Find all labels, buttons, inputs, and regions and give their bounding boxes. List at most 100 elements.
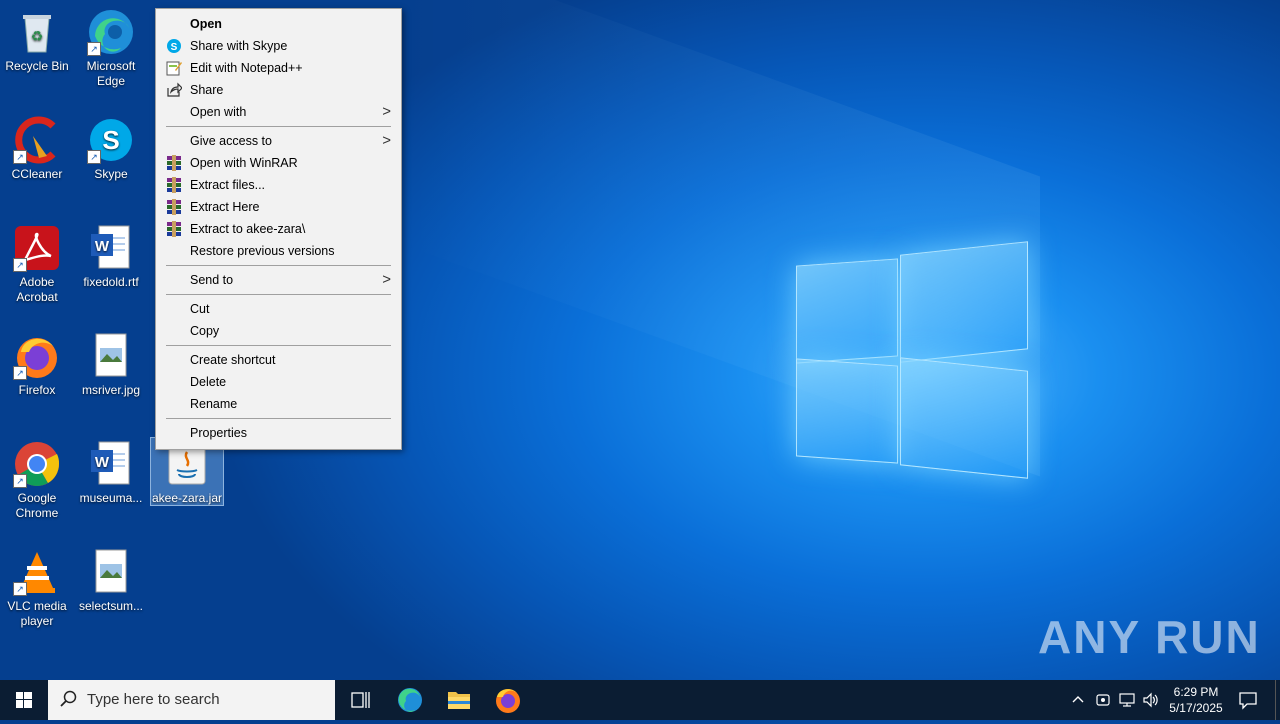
folder-icon [448, 692, 470, 709]
desktop-icon-label: Firefox [18, 383, 56, 397]
menu-separator [166, 265, 391, 266]
desktop-icon-label: Google Chrome [15, 491, 59, 520]
taskbar-search-box[interactable]: Type here to search [48, 680, 335, 720]
menu-item-open-with-winrar[interactable]: Open with WinRAR [156, 152, 401, 174]
word-document-icon: W [87, 440, 135, 488]
firefox-icon: ↗ [13, 332, 61, 380]
desktop-icon-recycle-bin[interactable]: ♻ Recycle Bin [1, 8, 73, 74]
search-placeholder: Type here to search [87, 691, 220, 708]
svg-text:♻: ♻ [31, 28, 44, 44]
image-file-icon [87, 548, 135, 596]
svg-text:W: W [95, 454, 110, 471]
menu-item-edit-with-notepad-plus-plus[interactable]: Edit with Notepad++ [156, 57, 401, 79]
chrome-icon: ↗ [13, 440, 61, 488]
menu-item-cut[interactable]: Cut [156, 298, 401, 320]
desktop-icon-label: fixedold.rtf [83, 275, 139, 289]
menu-item-give-access-to[interactable]: Give access to > [156, 130, 401, 152]
menu-item-share-with-skype[interactable]: S Share with Skype [156, 35, 401, 57]
desktop-icon-adobe-acrobat[interactable]: ↗ Adobe Acrobat [1, 224, 73, 305]
recycle-bin-icon: ♻ [13, 8, 61, 56]
desktop-icon-label: CCleaner [11, 167, 63, 181]
winrar-icon [166, 155, 182, 171]
desktop-icon-firefox[interactable]: ↗ Firefox [1, 332, 73, 398]
anyrun-watermark: ANY RUN [1038, 611, 1261, 663]
winrar-icon [166, 199, 182, 215]
desktop-icon-label: msriver.jpg [81, 383, 140, 397]
image-file-icon [87, 332, 135, 380]
context-menu: Open S Share with Skype Edit with Notepa… [155, 8, 402, 450]
menu-item-extract-files[interactable]: Extract files... [156, 174, 401, 196]
winrar-icon [166, 221, 182, 237]
desktop-icon-ccleaner[interactable]: ↗ CCleaner [1, 116, 73, 182]
desktop-icon-label: VLC media player [7, 599, 67, 628]
desktop-icon-label: selectsum... [78, 599, 144, 613]
firefox-icon [496, 689, 520, 713]
chevron-right-icon: > [382, 271, 391, 288]
taskbar-file-explorer-button[interactable] [435, 680, 483, 720]
menu-separator [166, 345, 391, 346]
clock-time: 6:29 PM [1173, 685, 1219, 699]
taskbar: Type here to search 6:29 PM 5/17/2025 [0, 680, 1280, 720]
search-icon [60, 690, 78, 712]
start-button[interactable] [0, 680, 48, 720]
menu-separator [166, 294, 391, 295]
svg-text:S: S [171, 42, 178, 53]
ccleaner-icon: ↗ [13, 116, 61, 164]
desktop-icon-skype[interactable]: S ↗ Skype [75, 116, 147, 182]
svg-text:W: W [95, 238, 110, 255]
meet-now-icon[interactable] [1095, 692, 1111, 712]
desktop-icon-label: museuma... [79, 491, 143, 505]
taskbar-clock[interactable]: 6:29 PM 5/17/2025 [1164, 683, 1228, 717]
menu-item-delete[interactable]: Delete [156, 371, 401, 393]
windows-logo-wallpaper [790, 240, 1035, 485]
taskbar-edge-button[interactable] [386, 680, 434, 720]
show-hidden-icons-chevron-icon[interactable] [1070, 691, 1086, 711]
desktop-icon-selectsum[interactable]: selectsum... [75, 548, 147, 614]
menu-item-create-shortcut[interactable]: Create shortcut [156, 349, 401, 371]
chevron-right-icon: > [382, 132, 391, 149]
menu-item-restore-previous-versions[interactable]: Restore previous versions [156, 240, 401, 262]
show-desktop-button[interactable] [1275, 680, 1280, 720]
menu-separator [166, 126, 391, 127]
acrobat-icon: ↗ [13, 224, 61, 272]
menu-item-extract-to-folder[interactable]: Extract to akee-zara\ [156, 218, 401, 240]
menu-item-share[interactable]: Share [156, 79, 401, 101]
task-view-button[interactable] [336, 680, 384, 720]
menu-item-extract-here[interactable]: Extract Here [156, 196, 401, 218]
taskbar-firefox-button[interactable] [484, 680, 532, 720]
task-view-icon [351, 692, 370, 708]
desktop-icon-vlc[interactable]: ↗ VLC media player [1, 548, 73, 629]
network-icon[interactable] [1118, 692, 1136, 712]
skype-icon: S ↗ [87, 116, 135, 164]
desktop-icon-museuma[interactable]: W museuma... [75, 440, 147, 506]
desktop-icon-label: Recycle Bin [5, 59, 69, 73]
edge-icon: ↗ [87, 8, 135, 56]
menu-item-copy[interactable]: Copy [156, 320, 401, 342]
skype-icon: S [166, 38, 182, 54]
winrar-icon [166, 177, 182, 193]
desktop-icon-msriver-jpg[interactable]: msriver.jpg [75, 332, 147, 398]
menu-separator [166, 418, 391, 419]
share-icon [166, 82, 183, 98]
desktop-icon-label: Microsoft Edge [86, 59, 136, 88]
desktop-icon-label: Skype [94, 167, 128, 181]
vlc-icon: ↗ [13, 548, 61, 596]
menu-item-open[interactable]: Open [156, 13, 401, 35]
notification-center-icon[interactable] [1238, 690, 1258, 714]
menu-item-send-to[interactable]: Send to > [156, 269, 401, 291]
volume-icon[interactable] [1142, 692, 1160, 712]
desktop-icon-google-chrome[interactable]: ↗ Google Chrome [1, 440, 73, 521]
word-document-icon: W [87, 224, 135, 272]
menu-item-properties[interactable]: Properties [156, 422, 401, 444]
windows-start-icon [16, 692, 32, 708]
desktop-icon-fixedold-rtf[interactable]: W fixedold.rtf [75, 224, 147, 290]
edge-icon [398, 688, 422, 712]
desktop-icon-microsoft-edge[interactable]: ↗ Microsoft Edge [75, 8, 147, 89]
chevron-right-icon: > [382, 103, 391, 120]
desktop-icon-label: akee-zara.jar [151, 491, 223, 505]
clock-date: 5/17/2025 [1169, 701, 1223, 715]
notepad-plus-plus-icon [166, 60, 182, 76]
desktop-icon-label: Adobe Acrobat [16, 275, 58, 304]
menu-item-rename[interactable]: Rename [156, 393, 401, 415]
menu-item-open-with[interactable]: Open with > [156, 101, 401, 123]
